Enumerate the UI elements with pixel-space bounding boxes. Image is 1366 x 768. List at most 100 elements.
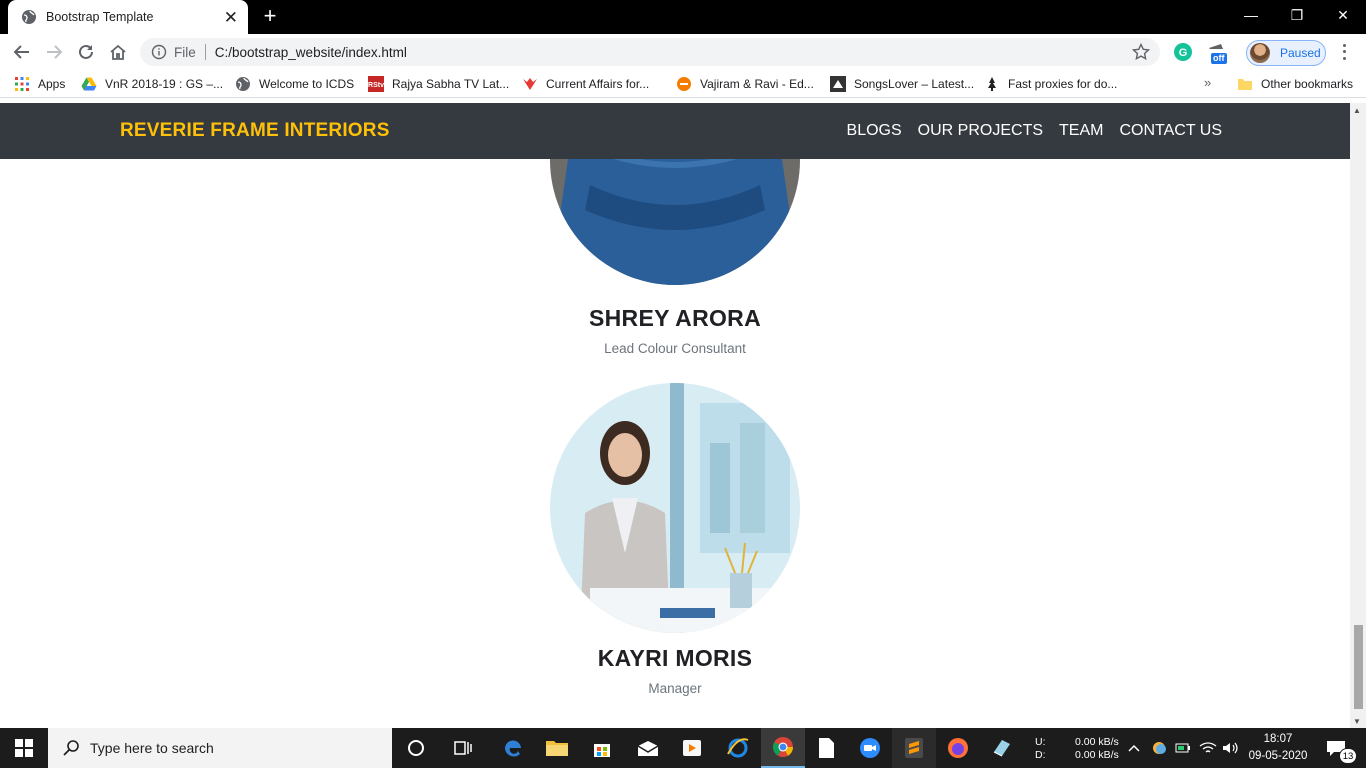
taskbar-search[interactable]: Type here to search bbox=[48, 728, 392, 768]
svg-text:RStv: RStv bbox=[368, 82, 384, 89]
current-affairs-icon bbox=[523, 78, 537, 90]
close-window-button[interactable]: ✕ bbox=[1320, 0, 1366, 30]
site-navbar: REVERIE FRAME INTERIORS BLOGS OUR PROJEC… bbox=[0, 103, 1350, 159]
info-icon[interactable] bbox=[151, 44, 167, 60]
forward-arrow-icon bbox=[47, 45, 63, 59]
scroll-down-icon[interactable]: ▼ bbox=[1353, 717, 1361, 726]
member-photo bbox=[550, 383, 800, 633]
proxy-icon bbox=[988, 77, 996, 91]
notifications-button[interactable]: 13 bbox=[1316, 728, 1357, 768]
video-editor-icon[interactable] bbox=[670, 728, 714, 768]
bookmark-vnr[interactable]: VnR 2018-19 : GS –... bbox=[81, 76, 223, 92]
bookmark-apps[interactable]: Apps bbox=[14, 76, 65, 92]
bookmark-current-affairs[interactable]: Current Affairs for... bbox=[522, 76, 649, 92]
nav-contact-us[interactable]: CONTACT US bbox=[1119, 122, 1222, 140]
team-member-card: KAYRI MORIS Manager bbox=[550, 383, 800, 703]
tab-close-icon[interactable]: ✕ bbox=[224, 9, 238, 26]
file-explorer-icon[interactable] bbox=[535, 728, 579, 768]
bookmark-proxies[interactable]: Fast proxies for do... bbox=[984, 76, 1117, 92]
bookmark-rstv[interactable]: RStv Rajya Sabha TV Lat... bbox=[368, 76, 509, 92]
forward-button[interactable] bbox=[42, 40, 66, 64]
nav-our-projects[interactable]: OUR PROJECTS bbox=[918, 122, 1043, 140]
snip-tool-icon[interactable] bbox=[980, 728, 1024, 768]
extension-off-badge: off bbox=[1211, 53, 1227, 64]
grammarly-icon[interactable]: G bbox=[1173, 42, 1193, 62]
battery-icon[interactable] bbox=[1174, 728, 1192, 768]
new-tab-button[interactable]: + bbox=[260, 5, 280, 27]
net-up-speed: 0.00 kB/s bbox=[1075, 736, 1119, 748]
scroll-up-icon[interactable]: ▲ bbox=[1353, 106, 1361, 115]
bookmark-label: Current Affairs for... bbox=[546, 77, 650, 91]
rstv-icon: RStv bbox=[368, 76, 384, 92]
net-down-speed: 0.00 kB/s bbox=[1075, 749, 1119, 761]
taskbar: Type here to search U: D: 0.00 kB/s 0.00… bbox=[0, 728, 1366, 768]
profile-button[interactable]: Paused bbox=[1246, 40, 1326, 66]
site-brand[interactable]: REVERIE FRAME INTERIORS bbox=[120, 120, 390, 142]
zoom-icon[interactable] bbox=[848, 728, 892, 768]
globe-icon bbox=[22, 10, 36, 24]
scrollbar-thumb[interactable] bbox=[1354, 625, 1363, 709]
minimize-button[interactable]: — bbox=[1228, 0, 1274, 30]
apps-grid-icon bbox=[15, 77, 29, 91]
bookmark-vajiram[interactable]: Vajiram & Ravi - Ed... bbox=[676, 76, 814, 92]
bookmark-star-icon[interactable] bbox=[1132, 43, 1150, 61]
nav-team[interactable]: TEAM bbox=[1059, 122, 1103, 140]
svg-text:G: G bbox=[1179, 47, 1188, 59]
weather-icon[interactable] bbox=[1150, 728, 1168, 768]
page-viewport: REVERIE FRAME INTERIORS BLOGS OUR PROJEC… bbox=[0, 103, 1350, 728]
document-icon[interactable] bbox=[804, 728, 848, 768]
more-menu-icon[interactable] bbox=[1338, 42, 1350, 62]
other-bookmarks[interactable]: Other bookmarks bbox=[1237, 76, 1353, 92]
bookmark-songslover[interactable]: SongsLover – Latest... bbox=[830, 76, 974, 92]
net-down-label: D: bbox=[1035, 749, 1046, 761]
nav-blogs[interactable]: BLOGS bbox=[847, 122, 902, 140]
browser-tab[interactable]: Bootstrap Template ✕ bbox=[8, 0, 248, 34]
avatar bbox=[1250, 43, 1270, 63]
cortana-icon[interactable] bbox=[394, 728, 438, 768]
back-arrow-icon bbox=[13, 45, 29, 59]
bookmark-icds[interactable]: Welcome to ICDS bbox=[235, 76, 354, 92]
bookmark-label: Vajiram & Ravi - Ed... bbox=[700, 77, 814, 91]
bookmark-label: SongsLover – Latest... bbox=[854, 77, 975, 91]
other-bookmarks-label: Other bookmarks bbox=[1261, 77, 1354, 91]
search-placeholder: Type here to search bbox=[90, 740, 214, 756]
vajiram-icon bbox=[677, 77, 691, 91]
wifi-icon[interactable] bbox=[1198, 728, 1218, 768]
edge-icon[interactable] bbox=[491, 728, 535, 768]
reload-button[interactable] bbox=[74, 40, 98, 64]
site-nav: BLOGS OUR PROJECTS TEAM CONTACT US bbox=[847, 122, 1222, 140]
start-button[interactable] bbox=[0, 728, 48, 768]
scheme-label: File bbox=[174, 44, 196, 60]
search-icon bbox=[63, 740, 79, 756]
omnibox-divider bbox=[204, 44, 206, 60]
task-view-icon[interactable] bbox=[441, 728, 485, 768]
internet-explorer-icon[interactable] bbox=[716, 728, 760, 768]
browser-toolbar: File C:/bootstrap_website/index.html G o… bbox=[0, 34, 1366, 70]
back-button[interactable] bbox=[10, 40, 34, 64]
extension-off-icon[interactable]: off bbox=[1206, 42, 1230, 64]
net-up-label: U: bbox=[1035, 736, 1046, 748]
profile-status: Paused bbox=[1280, 46, 1321, 60]
bookmark-label: Apps bbox=[38, 77, 66, 91]
url-text[interactable]: C:/bootstrap_website/index.html bbox=[215, 45, 407, 60]
store-icon[interactable] bbox=[580, 728, 624, 768]
sublime-text-icon[interactable] bbox=[892, 728, 936, 768]
reload-icon bbox=[79, 44, 93, 59]
tray-chevron-up-icon[interactable] bbox=[1126, 728, 1142, 768]
member-role: Lead Colour Consultant bbox=[604, 341, 746, 356]
folder-icon bbox=[1238, 79, 1252, 90]
address-bar[interactable]: File C:/bootstrap_website/index.html bbox=[140, 38, 1160, 66]
clock-time: 18:07 bbox=[1263, 733, 1293, 745]
page-scrollbar[interactable]: ▲ ▼ bbox=[1350, 103, 1366, 728]
member-name: SHREY ARORA bbox=[589, 305, 761, 331]
chrome-icon[interactable] bbox=[761, 728, 805, 768]
firefox-icon[interactable] bbox=[936, 728, 980, 768]
system-clock[interactable]: 18:07 09-05-2020 bbox=[1246, 731, 1310, 765]
volume-icon[interactable] bbox=[1220, 728, 1242, 768]
mail-icon[interactable] bbox=[626, 728, 670, 768]
home-icon bbox=[110, 44, 126, 60]
bookmarks-overflow-button[interactable]: » bbox=[1204, 75, 1211, 90]
bookmark-label: Fast proxies for do... bbox=[1008, 77, 1118, 91]
home-button[interactable] bbox=[106, 40, 130, 64]
restore-button[interactable]: ❐ bbox=[1274, 0, 1320, 30]
